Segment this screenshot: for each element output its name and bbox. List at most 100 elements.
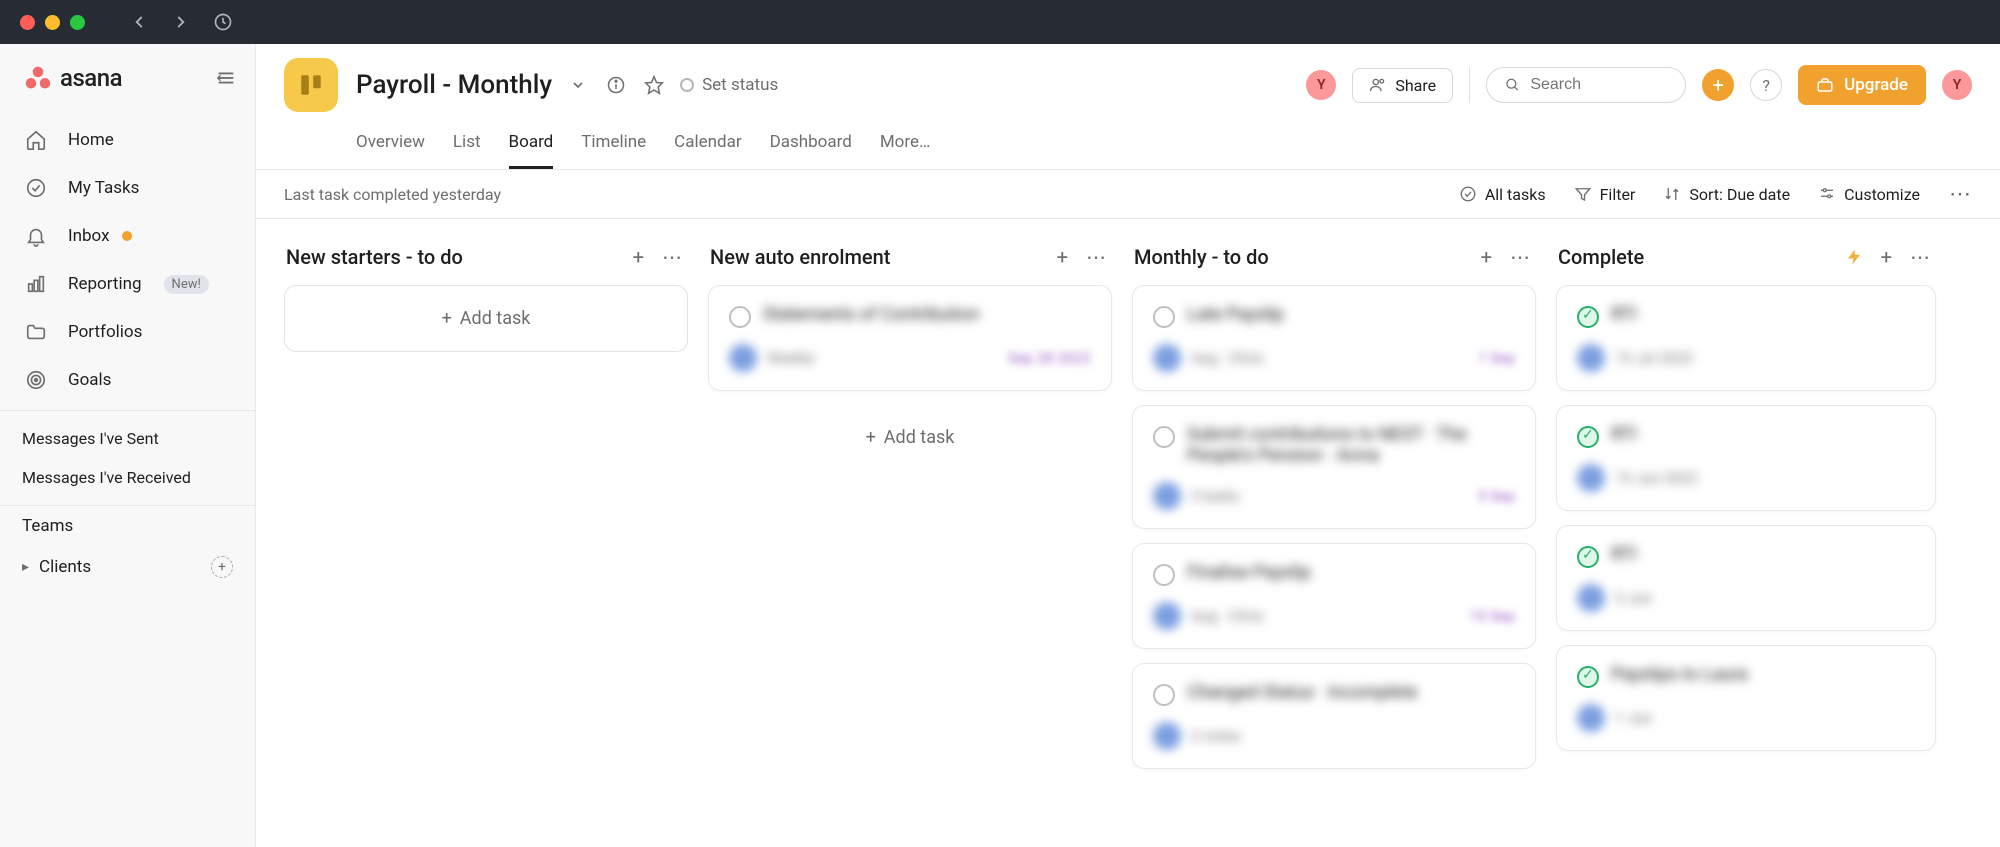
tab-calendar[interactable]: Calendar	[674, 122, 741, 169]
tab-timeline[interactable]: Timeline	[581, 122, 646, 169]
card-meta: 1 Jun	[1615, 709, 1652, 727]
tab-overview[interactable]: Overview	[356, 122, 425, 169]
nav-label: Portfolios	[68, 322, 142, 342]
task-card[interactable]: Statements of Contribution Weekly Sep 28…	[708, 285, 1112, 391]
customize-button[interactable]: Customize	[1818, 185, 1920, 204]
task-card[interactable]: Finalise Payslip Aug · Chris 15 Sep	[1132, 543, 1536, 649]
complete-toggle[interactable]	[1153, 684, 1175, 706]
column-more-icon[interactable]: ⋯	[662, 245, 682, 269]
complete-toggle[interactable]	[1577, 306, 1599, 328]
column-more-icon[interactable]: ⋯	[1510, 245, 1530, 269]
nav-portfolios[interactable]: Portfolios	[0, 308, 255, 356]
board-area: New starters - to do + ⋯ + Add task New …	[256, 219, 2000, 847]
nav-my-tasks[interactable]: My Tasks	[0, 164, 255, 212]
tab-board[interactable]: Board	[509, 122, 554, 169]
nav-messages-sent[interactable]: Messages I've Sent	[0, 419, 255, 458]
card-due: 3 Sep	[1478, 487, 1515, 505]
column-more-icon[interactable]: ⋯	[1086, 245, 1106, 269]
task-card[interactable]: RTI 15 Jul 2022	[1556, 285, 1936, 391]
filter-button[interactable]: Filter	[1574, 185, 1636, 204]
sidebar-collapse-icon[interactable]	[215, 67, 237, 89]
column-more-icon[interactable]: ⋯	[1910, 245, 1930, 269]
star-icon[interactable]	[642, 73, 666, 97]
search-box[interactable]	[1486, 67, 1686, 103]
card-due: 15 Sep	[1469, 607, 1515, 625]
info-icon[interactable]	[604, 73, 628, 97]
column-title[interactable]: New starters - to do	[286, 245, 463, 269]
column-title[interactable]: Monthly - to do	[1134, 245, 1269, 269]
upgrade-button[interactable]: Upgrade	[1798, 65, 1926, 105]
question-icon: ?	[1762, 76, 1770, 95]
plus-icon: +	[442, 308, 452, 329]
card-meta: Aug · Chris	[1191, 607, 1263, 625]
add-card-icon[interactable]: +	[1057, 245, 1068, 269]
add-task-button[interactable]: + Add task	[284, 285, 688, 352]
window-minimize-button[interactable]	[45, 15, 60, 30]
nav-messages-received[interactable]: Messages I've Received	[0, 458, 255, 497]
column-title[interactable]: New auto enrolment	[710, 245, 890, 269]
nav-goals[interactable]: Goals	[0, 356, 255, 404]
add-task-label: Add task	[460, 308, 531, 329]
nav-back-icon[interactable]	[127, 10, 151, 34]
task-card[interactable]: Submit contributions to NEST · The Peopl…	[1132, 405, 1536, 529]
task-card[interactable]: Changed Status · Incomplete 2 notes	[1132, 663, 1536, 769]
assignee-avatar	[1577, 584, 1605, 612]
complete-toggle[interactable]	[1153, 306, 1175, 328]
nav-forward-icon[interactable]	[169, 10, 193, 34]
nav-reporting[interactable]: Reporting New!	[0, 260, 255, 308]
tab-more[interactable]: More…	[880, 122, 931, 169]
tab-dashboard[interactable]: Dashboard	[770, 122, 852, 169]
bell-icon	[22, 222, 50, 250]
help-button[interactable]: ?	[1750, 69, 1782, 101]
window-close-button[interactable]	[20, 15, 35, 30]
column-title[interactable]: Complete	[1558, 245, 1644, 269]
share-button[interactable]: Share	[1352, 68, 1453, 103]
all-tasks-filter[interactable]: All tasks	[1459, 185, 1546, 204]
complete-toggle[interactable]	[1153, 426, 1175, 448]
sort-button[interactable]: Sort: Due date	[1663, 185, 1790, 204]
complete-toggle[interactable]	[729, 306, 751, 328]
complete-toggle[interactable]	[1153, 564, 1175, 586]
team-clients[interactable]: ▸ Clients +	[0, 546, 255, 588]
target-icon	[22, 366, 50, 394]
member-avatar[interactable]: Y	[1306, 70, 1336, 100]
assignee-avatar	[1577, 344, 1605, 372]
task-card[interactable]: RTI 3 Jun	[1556, 525, 1936, 631]
logo[interactable]: asana	[24, 64, 122, 92]
complete-toggle[interactable]	[1577, 546, 1599, 568]
chevron-down-icon[interactable]	[566, 73, 590, 97]
complete-toggle[interactable]	[1577, 666, 1599, 688]
tab-list[interactable]: List	[453, 122, 481, 169]
card-meta: Aug · Chris	[1191, 349, 1263, 367]
more-options-icon[interactable]: ⋯	[1948, 182, 1972, 206]
plus-icon: +	[1712, 73, 1723, 97]
add-to-team-button[interactable]: +	[211, 556, 233, 578]
add-card-icon[interactable]: +	[1881, 245, 1892, 269]
card-title: Finalise Payslip	[1187, 562, 1311, 583]
task-card[interactable]: Payslips to Laura 1 Jun	[1556, 645, 1936, 751]
nav-home[interactable]: Home	[0, 116, 255, 164]
nav-inbox[interactable]: Inbox	[0, 212, 255, 260]
asana-logo-icon	[24, 64, 52, 92]
window-zoom-button[interactable]	[70, 15, 85, 30]
last-completed-text: Last task completed yesterday	[284, 185, 501, 204]
folder-icon	[22, 318, 50, 346]
card-meta: Weekly	[767, 349, 814, 367]
project-title: Payroll - Monthly	[356, 70, 552, 100]
add-card-icon[interactable]: +	[633, 245, 644, 269]
tool-label: Filter	[1600, 185, 1636, 204]
history-icon[interactable]	[211, 10, 235, 34]
add-card-icon[interactable]: +	[1481, 245, 1492, 269]
add-task-button[interactable]: + Add task	[708, 405, 1112, 470]
project-icon[interactable]	[284, 58, 338, 112]
set-status-button[interactable]: Set status	[680, 75, 778, 95]
tool-label: Customize	[1844, 185, 1920, 204]
user-avatar[interactable]: Y	[1942, 70, 1972, 100]
quick-add-button[interactable]: +	[1702, 69, 1734, 101]
task-card[interactable]: RTI 15 Jun 2022	[1556, 405, 1936, 511]
search-input[interactable]	[1530, 76, 1667, 94]
task-card[interactable]: Late Payslip Aug · Chris1 Sep	[1132, 285, 1536, 391]
rules-bolt-icon[interactable]	[1845, 248, 1863, 266]
complete-toggle[interactable]	[1577, 426, 1599, 448]
nav-label: Goals	[68, 370, 111, 390]
